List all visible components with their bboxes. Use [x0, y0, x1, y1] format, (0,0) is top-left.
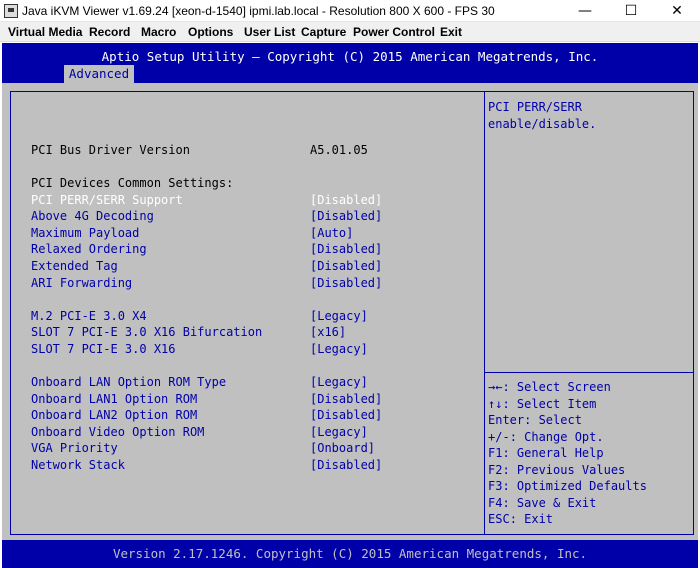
setting-slot7-pcie-value[interactable]: [Legacy]: [310, 342, 368, 356]
key-select-item: ↑↓: Select Item: [488, 397, 596, 411]
setting-lan1-rom-value[interactable]: [Disabled]: [310, 392, 382, 406]
key-f2: F2: Previous Values: [488, 463, 625, 477]
bios-footer: Version 2.17.1246. Copyright (C) 2015 Am…: [2, 540, 698, 568]
menu-options[interactable]: Options: [188, 25, 233, 39]
setting-above-4g-value[interactable]: [Disabled]: [310, 209, 382, 223]
key-esc-desc: : Exit: [509, 512, 554, 526]
setting-video-rom-value[interactable]: [Legacy]: [310, 425, 368, 439]
setting-lan-rom-type-label[interactable]: Onboard LAN Option ROM Type: [31, 375, 226, 389]
setting-lan-rom-type-value[interactable]: [Legacy]: [310, 375, 368, 389]
key-f3: F3: Optimized Defaults: [488, 479, 647, 493]
tab-advanced[interactable]: Advanced: [64, 65, 134, 83]
key-enter: Enter: Select: [488, 413, 582, 427]
key-select-screen: →←: Select Screen: [488, 380, 611, 394]
driver-version-label: PCI Bus Driver Version: [31, 143, 190, 157]
key-f1-key: F1: [488, 446, 503, 460]
key-plus-minus: +/-: [488, 430, 510, 444]
menu-record[interactable]: Record: [89, 25, 130, 39]
setting-pci-perr-serr-value[interactable]: [Disabled]: [310, 193, 382, 207]
help-divider: [485, 372, 693, 373]
setting-slot7-bifurcation-label[interactable]: SLOT 7 PCI-E 3.0 X16 Bifurcation: [31, 325, 262, 339]
key-enter-key: Enter: [488, 413, 525, 427]
setting-slot7-pcie-label[interactable]: SLOT 7 PCI-E 3.0 X16: [31, 342, 176, 356]
setting-ari-forwarding-label[interactable]: ARI Forwarding: [31, 276, 132, 290]
menu-bar: Virtual Media Record Macro Options User …: [0, 22, 700, 42]
key-arrows-lr: →←: [488, 380, 503, 394]
key-change-opt-desc: : Change Opt.: [509, 430, 604, 444]
menu-user-list[interactable]: User List: [244, 25, 295, 39]
setting-above-4g-label[interactable]: Above 4G Decoding: [31, 209, 154, 223]
panel-divider: [484, 92, 485, 534]
menu-macro[interactable]: Macro: [141, 25, 176, 39]
key-f4: F4: Save & Exit: [488, 496, 596, 510]
key-select-item-desc: : Select Item: [502, 397, 597, 411]
kvm-screen[interactable]: Aptio Setup Utility – Copyright (C) 2015…: [2, 43, 698, 568]
window-title: Java iKVM Viewer v1.69.24 [xeon-d-1540] …: [22, 4, 495, 18]
setting-lan2-rom-value[interactable]: [Disabled]: [310, 408, 382, 422]
key-f2-key: F2: [488, 463, 503, 477]
bios-header: Aptio Setup Utility – Copyright (C) 2015…: [2, 43, 698, 83]
close-button[interactable]: ✕: [654, 0, 700, 22]
setting-relaxed-ordering-label[interactable]: Relaxed Ordering: [31, 242, 147, 256]
setting-max-payload-label[interactable]: Maximum Payload: [31, 226, 139, 240]
key-f4-key: F4: [488, 496, 503, 510]
setting-slot7-bifurcation-value[interactable]: [x16]: [310, 325, 346, 339]
bios-footer-text: Version 2.17.1246. Copyright (C) 2015 Am…: [112, 546, 588, 561]
key-f1-desc: : General Help: [502, 446, 604, 460]
setting-vga-priority-label[interactable]: VGA Priority: [31, 441, 118, 455]
key-esc: ESC: Exit: [488, 512, 553, 526]
key-f4-desc: : Save & Exit: [502, 496, 597, 510]
setting-relaxed-ordering-value[interactable]: [Disabled]: [310, 242, 382, 256]
section-heading: PCI Devices Common Settings:: [31, 176, 234, 190]
key-esc-key: ESC: [488, 512, 510, 526]
menu-power-control[interactable]: Power Control: [353, 25, 435, 39]
setting-network-stack-label[interactable]: Network Stack: [31, 458, 125, 472]
help-text-line-2: enable/disable.: [488, 117, 597, 131]
key-f3-key: F3: [488, 479, 503, 493]
menu-virtual-media[interactable]: Virtual Media: [8, 25, 82, 39]
setting-pci-perr-serr-label[interactable]: PCI PERR/SERR Support: [31, 193, 183, 207]
key-f1: F1: General Help: [488, 446, 604, 460]
setting-vga-priority-value[interactable]: [Onboard]: [310, 441, 375, 455]
key-enter-desc: : Select: [524, 413, 582, 427]
setting-video-rom-label[interactable]: Onboard Video Option ROM: [31, 425, 204, 439]
key-f3-desc: : Optimized Defaults: [502, 479, 647, 493]
maximize-button[interactable]: ☐: [608, 0, 654, 22]
help-text-line-1: PCI PERR/SERR: [488, 100, 582, 114]
setting-lan1-rom-label[interactable]: Onboard LAN1 Option ROM: [31, 392, 197, 406]
setting-extended-tag-label[interactable]: Extended Tag: [31, 259, 118, 273]
key-f2-desc: : Previous Values: [502, 463, 626, 477]
menu-exit[interactable]: Exit: [440, 25, 462, 39]
setting-ari-forwarding-value[interactable]: [Disabled]: [310, 276, 382, 290]
driver-version-value: A5.01.05: [310, 143, 368, 157]
window-titlebar: Java iKVM Viewer v1.69.24 [xeon-d-1540] …: [0, 0, 700, 22]
setting-network-stack-value[interactable]: [Disabled]: [310, 458, 382, 472]
setting-max-payload-value[interactable]: [Auto]: [310, 226, 353, 240]
setting-m2-pcie-value[interactable]: [Legacy]: [310, 309, 368, 323]
key-arrows-ud: ↑↓: [488, 397, 503, 411]
key-change-opt: +/-: Change Opt.: [488, 430, 604, 444]
setting-m2-pcie-label[interactable]: M.2 PCI-E 3.0 X4: [31, 309, 147, 323]
minimize-button[interactable]: —: [562, 0, 608, 22]
bios-header-title: Aptio Setup Utility – Copyright (C) 2015…: [101, 49, 599, 64]
key-select-screen-desc: : Select Screen: [502, 380, 611, 394]
java-app-icon: [4, 4, 18, 18]
setting-lan2-rom-label[interactable]: Onboard LAN2 Option ROM: [31, 408, 197, 422]
setting-extended-tag-value[interactable]: [Disabled]: [310, 259, 382, 273]
menu-capture[interactable]: Capture: [301, 25, 346, 39]
